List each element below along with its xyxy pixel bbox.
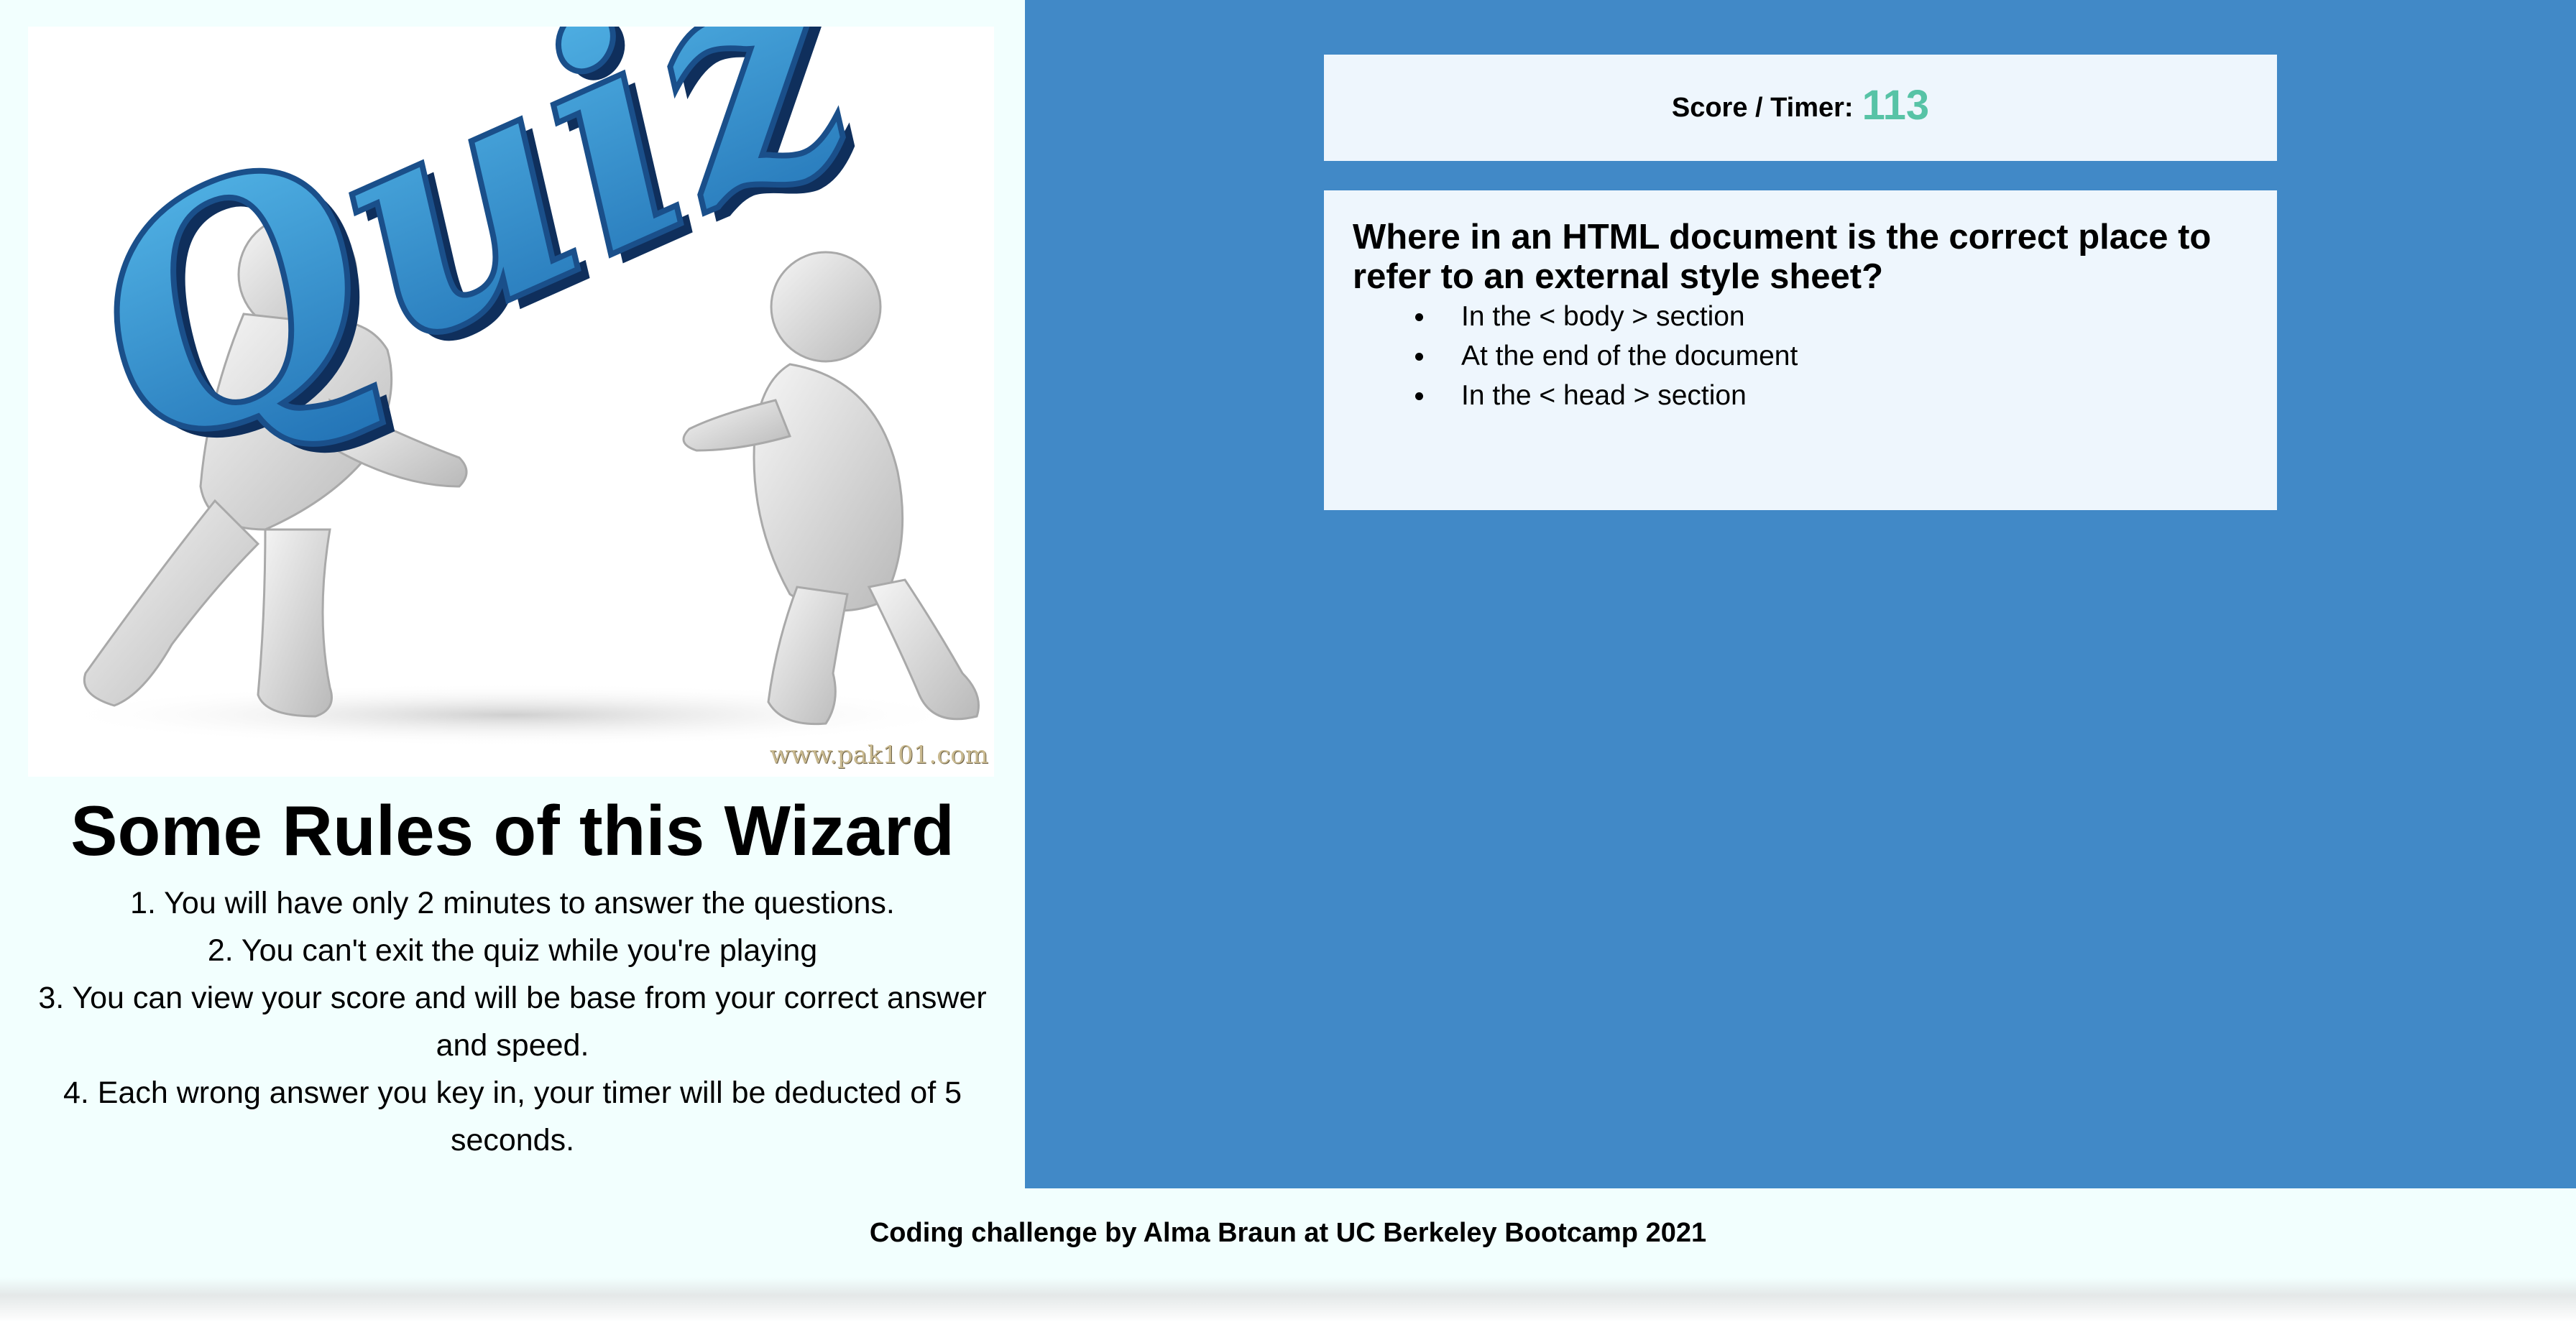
rules-title: Some Rules of this Wizard — [70, 791, 954, 870]
footer-text: Coding challenge by Alma Braun at UC Ber… — [869, 1217, 1707, 1248]
score-timer-label: Score / Timer: — [1671, 92, 1854, 123]
quiz-illustration: Quiz Quiz — [29, 27, 980, 746]
rules-panel: Quiz Quiz www.pak101.com Some Rules of t… — [0, 0, 1025, 1188]
score-timer-value: 113 — [1862, 81, 1930, 129]
answer-option-body[interactable]: In the < body > section — [1415, 297, 2248, 336]
quiz-hero-image: Quiz Quiz www.pak101.com — [28, 27, 994, 777]
bullet-icon — [1415, 392, 1423, 400]
right-figure-shape — [682, 251, 980, 726]
answer-option-head[interactable]: In the < head > section — [1415, 376, 2248, 415]
answer-label: At the end of the document — [1461, 341, 1798, 371]
question-text: Where in an HTML document is the correct… — [1353, 218, 2212, 296]
answer-option-end[interactable]: At the end of the document — [1415, 336, 2248, 376]
bullet-icon — [1415, 353, 1423, 361]
rules-list: 1. You will have only 2 minutes to answe… — [36, 879, 989, 1164]
question-card: Where in an HTML document is the correct… — [1324, 190, 2277, 510]
page: Quiz Quiz www.pak101.com Some Rules of t… — [0, 0, 2576, 1322]
bottom-shadow — [0, 1277, 2576, 1322]
bullet-icon — [1415, 313, 1423, 321]
rule-item: 1. You will have only 2 minutes to answe… — [130, 886, 895, 920]
score-timer-box: Score / Timer: 113 — [1324, 55, 2277, 161]
footer: Coding challenge by Alma Braun at UC Ber… — [0, 1188, 2576, 1277]
image-watermark: www.pak101.com — [769, 741, 988, 769]
quiz-panel: Score / Timer: 113 Where in an HTML docu… — [1025, 0, 2576, 1188]
rule-item: 3. You can view your score and will be b… — [38, 981, 987, 1063]
answer-label: In the < body > section — [1461, 301, 1745, 332]
answer-label: In the < head > section — [1461, 380, 1747, 411]
rule-item: 2. You can't exit the quiz while you're … — [207, 933, 818, 968]
answer-list: In the < body > section At the end of th… — [1353, 297, 2248, 415]
rule-item: 4. Each wrong answer you key in, your ti… — [63, 1076, 962, 1157]
